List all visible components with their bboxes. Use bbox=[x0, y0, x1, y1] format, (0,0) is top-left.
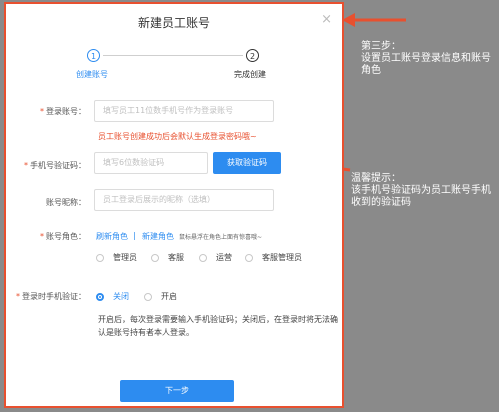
step-2-label: 完成创建 bbox=[234, 70, 266, 79]
dialog-title: 新建员工账号 bbox=[137, 16, 210, 30]
radio-icon bbox=[199, 253, 207, 262]
radio-checked-icon bbox=[96, 292, 104, 301]
password-hint: 员工账号创建成功后会默认生成登录密码哦~ bbox=[98, 132, 257, 141]
arrow-to-close-icon bbox=[342, 13, 406, 27]
nickname-input[interactable]: 员工登录后展示的昵称（选填） bbox=[94, 189, 274, 211]
step-1-indicator: 1 bbox=[87, 49, 100, 62]
role-option-service-admin[interactable]: 客服管理员 bbox=[245, 252, 302, 263]
login-verify-on-option[interactable]: 开启 bbox=[144, 291, 177, 302]
get-code-button[interactable]: 获取验证码 bbox=[213, 152, 281, 174]
step-2-indicator: 2 bbox=[246, 49, 259, 62]
role-separator: | bbox=[133, 231, 136, 240]
role-option-operations[interactable]: 运营 bbox=[199, 252, 232, 263]
login-verify-off-option[interactable]: 关闭 bbox=[96, 291, 129, 302]
verify-code-input[interactable]: 填写6位数验证码 bbox=[94, 152, 208, 174]
radio-icon bbox=[151, 253, 159, 262]
new-employee-dialog: 新建员工账号 × 1 2 创建账号 完成创建 * 登录账号： 填写员工11位数手机… bbox=[4, 2, 344, 408]
login-verify-label: * 登录时手机验证： bbox=[16, 292, 86, 301]
radio-icon bbox=[144, 292, 152, 301]
radio-icon bbox=[245, 253, 253, 262]
login-account-label: * 登录账号： bbox=[40, 107, 86, 116]
annotation-step-three: 第三步： 设置员工账号登录信息和账号角色 bbox=[361, 41, 491, 76]
next-step-button[interactable]: 下一步 bbox=[120, 380, 234, 402]
nickname-label: 账号昵称： bbox=[46, 198, 86, 207]
step-connector bbox=[103, 55, 243, 56]
refresh-role-link[interactable]: 刷新角色 bbox=[96, 231, 128, 242]
verify-code-label: * 手机号验证码： bbox=[24, 161, 86, 170]
role-hover-tip: 鼠标悬浮在角色上面有惊喜哦~ bbox=[179, 234, 263, 241]
role-option-service[interactable]: 客服 bbox=[151, 252, 184, 263]
step-1-label: 创建账号 bbox=[76, 70, 108, 79]
radio-icon bbox=[96, 253, 104, 262]
role-option-admin[interactable]: 管理员 bbox=[96, 252, 137, 263]
role-label: * 账号角色： bbox=[40, 232, 86, 241]
login-account-input[interactable]: 填写员工11位数手机号作为登录账号 bbox=[94, 100, 274, 122]
close-icon[interactable]: × bbox=[321, 12, 332, 27]
annotation-tip: 温馨提示： 该手机号验证码为员工账号手机收到的验证码 bbox=[351, 173, 491, 208]
new-role-link[interactable]: 新建角色 bbox=[142, 231, 174, 242]
login-verify-description: 开启后，每次登录需要输入手机验证码；关闭后，在登录时将无法确认是账号持有者本人登… bbox=[98, 315, 338, 337]
